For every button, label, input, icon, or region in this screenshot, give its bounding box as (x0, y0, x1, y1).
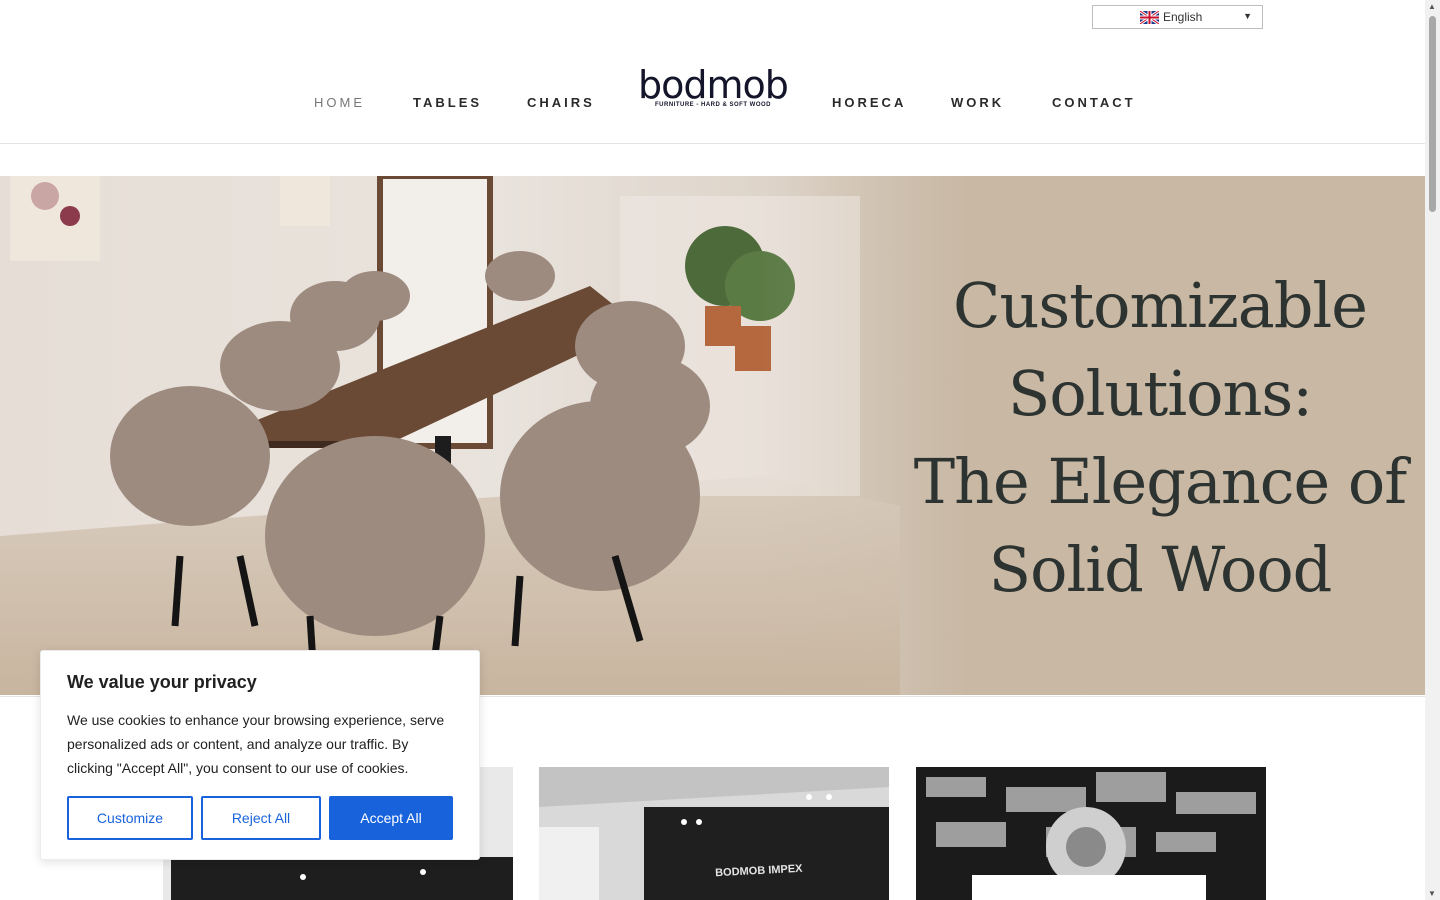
reject-all-button[interactable]: Reject All (201, 796, 321, 840)
logo-subtitle: FURNITURE - HARD & SOFT WOOD (655, 102, 771, 108)
nav-horeca[interactable]: HORECA (832, 95, 906, 110)
nav-contact[interactable]: CONTACT (1052, 95, 1136, 110)
card-wood-slabs[interactable] (916, 767, 1266, 900)
hero-banner: Customizable Solutions: The Elegance of … (0, 176, 1425, 695)
uk-flag-icon (1140, 11, 1159, 24)
nav-home[interactable]: HOME (314, 95, 365, 110)
hero-line-4: Solid Wood (988, 533, 1333, 606)
hero-line-3: The Elegance of (913, 445, 1407, 518)
cookie-consent-banner: We value your privacy We use cookies to … (40, 650, 480, 860)
logo-wordmark: bodmob (638, 63, 789, 107)
page-scrollbar[interactable]: ▲ ▼ (1425, 0, 1440, 900)
header-divider (0, 143, 1425, 144)
logo[interactable]: bodmob FURNITURE - HARD & SOFT WOOD (636, 66, 790, 114)
hero-headline: Customizable Solutions: The Elegance of … (905, 262, 1415, 614)
card-booth-image: BODMOB IMPEX (539, 767, 889, 900)
nav-chairs[interactable]: CHAIRS (527, 95, 595, 110)
customize-button[interactable]: Customize (67, 796, 193, 840)
page: English ▼ HOME TABLES CHAIRS bodmob FURN… (0, 0, 1440, 900)
scroll-up-arrow-icon[interactable]: ▲ (1428, 2, 1436, 11)
language-label: English (1163, 10, 1203, 24)
hero-line-1: Customizable (953, 269, 1368, 342)
card-wood-image (916, 767, 1266, 900)
nav-work[interactable]: WORK (951, 95, 1004, 110)
hero-line-2: Solutions: (1007, 357, 1313, 430)
language-select[interactable]: English ▼ (1092, 5, 1263, 29)
card-exhibition-booth[interactable]: BODMOB IMPEX (539, 767, 889, 900)
cookie-description: We use cookies to enhance your browsing … (67, 712, 445, 776)
scroll-down-arrow-icon[interactable]: ▼ (1428, 889, 1436, 898)
nav-tables[interactable]: TABLES (413, 95, 482, 110)
chevron-down-icon: ▼ (1243, 11, 1252, 21)
cookie-title: We value your privacy (67, 672, 257, 692)
accept-all-button[interactable]: Accept All (329, 796, 453, 840)
scrollbar-thumb[interactable] (1429, 16, 1436, 212)
